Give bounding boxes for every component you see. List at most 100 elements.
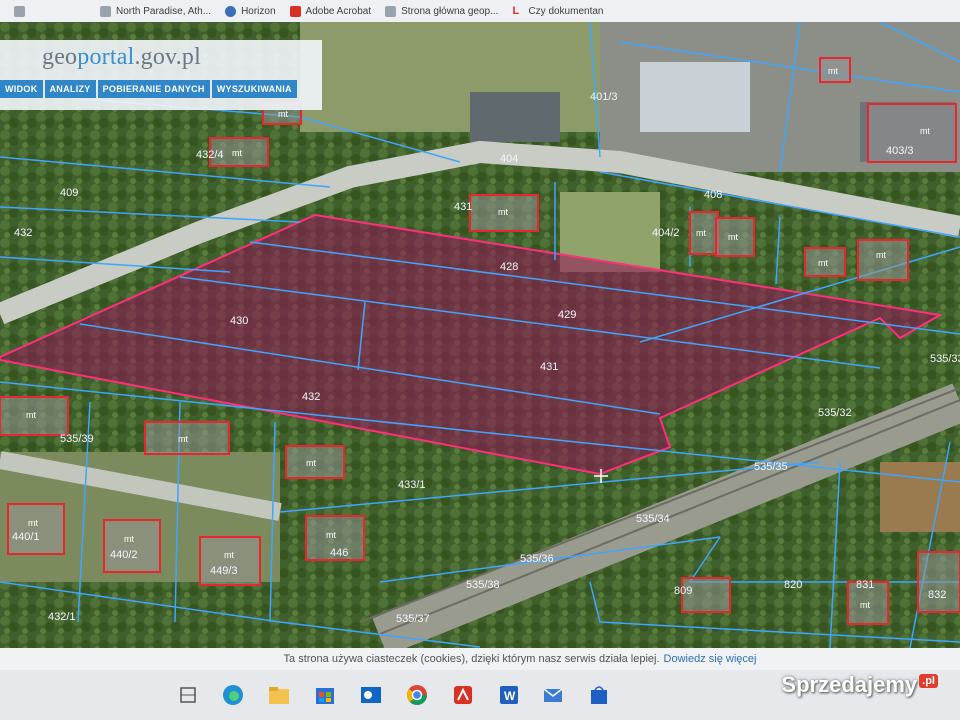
parcel-label: 449/3 bbox=[210, 565, 238, 577]
outlook-icon[interactable] bbox=[358, 682, 384, 708]
store-bag-icon[interactable] bbox=[586, 682, 612, 708]
acrobat-icon[interactable] bbox=[450, 682, 476, 708]
bookmark-label: Czy dokumentan bbox=[528, 5, 604, 17]
bookmarks-bar: North Paradise, Ath... Horizon Adobe Acr… bbox=[0, 0, 960, 23]
parcel-label: 432 bbox=[14, 227, 32, 239]
building-label: mt bbox=[696, 228, 706, 238]
parcel-label: 432 bbox=[302, 391, 320, 403]
logo-domain: .gov.pl bbox=[134, 44, 201, 70]
chrome-icon[interactable] bbox=[404, 682, 430, 708]
dry-field bbox=[880, 462, 960, 532]
building-label: mt bbox=[124, 534, 134, 544]
watermark-suffix: .pl bbox=[919, 673, 938, 688]
edge-icon[interactable] bbox=[220, 682, 246, 708]
parcel-label: 440/1 bbox=[12, 531, 40, 543]
screenshot: North Paradise, Ath... Horizon Adobe Acr… bbox=[0, 0, 960, 720]
building-label: mt bbox=[178, 434, 188, 444]
building[interactable] bbox=[857, 239, 909, 281]
parcel-label: 535/34 bbox=[636, 513, 670, 525]
building-label: mt bbox=[278, 109, 288, 119]
parcel-label: 403/3 bbox=[886, 145, 914, 157]
horizon-icon bbox=[225, 5, 237, 17]
building-roof bbox=[640, 62, 750, 132]
building-label: mt bbox=[728, 232, 738, 242]
nav-wyszukiwania[interactable]: WYSZUKIWANIA bbox=[211, 80, 297, 98]
bookmark-item[interactable]: Horizon bbox=[225, 5, 276, 17]
bookmark-label: Strona główna geop... bbox=[401, 5, 499, 17]
bookmark-label: North Paradise, Ath... bbox=[116, 5, 212, 17]
parcel-label: 820 bbox=[784, 579, 802, 591]
geoportal-logo[interactable]: geoportal.gov.pl bbox=[42, 44, 201, 71]
parcel-label: 535/38 bbox=[466, 579, 500, 591]
file-explorer-icon[interactable] bbox=[266, 682, 292, 708]
parcel-label: 809 bbox=[674, 585, 692, 597]
building-label: mt bbox=[224, 550, 234, 560]
store-icon[interactable] bbox=[312, 682, 338, 708]
building-label: mt bbox=[306, 458, 316, 468]
parcel-label: 409 bbox=[60, 187, 78, 199]
bookmark-item[interactable]: North Paradise, Ath... bbox=[100, 5, 212, 17]
logo-geo: geo bbox=[42, 44, 78, 70]
cookie-more-link[interactable]: Dowiedz się więcej bbox=[664, 653, 757, 665]
parcel-label: 535/37 bbox=[396, 613, 430, 625]
mail-icon[interactable] bbox=[540, 682, 566, 708]
geoportal-nav: WIDOK ANALIZY POBIERANIE DANYCH WYSZUKIW… bbox=[0, 80, 297, 98]
bookmark-item[interactable]: Adobe Acrobat bbox=[289, 5, 372, 17]
parcel-label: 428 bbox=[500, 261, 518, 273]
logo-portal: portal bbox=[77, 44, 135, 70]
nav-analizy[interactable]: ANALIZY bbox=[44, 80, 96, 98]
bookmark-item[interactable]: Strona główna geop... bbox=[385, 5, 499, 17]
building-label: mt bbox=[28, 518, 38, 528]
watermark-logo: Sprzedajemy .pl bbox=[781, 672, 938, 698]
watermark-text: Sprzedajemy bbox=[781, 672, 918, 697]
widgets-icon[interactable] bbox=[175, 682, 201, 708]
bookmark-item[interactable] bbox=[14, 5, 30, 17]
nav-pobieranie-danych[interactable]: POBIERANIE DANYCH bbox=[97, 80, 210, 98]
nav-widok[interactable]: WIDOK bbox=[0, 80, 43, 98]
building-label: mt bbox=[818, 258, 828, 268]
parcel-label: 831 bbox=[856, 579, 874, 591]
parcel-label: 429 bbox=[558, 309, 576, 321]
word-icon[interactable]: W bbox=[496, 682, 522, 708]
building[interactable] bbox=[199, 536, 261, 586]
parcel-label: 535/35 bbox=[754, 461, 788, 473]
building[interactable] bbox=[7, 503, 65, 555]
building-label: mt bbox=[876, 250, 886, 260]
parcel-label: 535/39 bbox=[60, 433, 94, 445]
bookmark-label: Horizon bbox=[241, 5, 276, 17]
page-icon bbox=[14, 5, 25, 17]
map-canvas[interactable]: 428 429 430 431 432 431 432/4 401/3 404/… bbox=[0, 22, 960, 648]
geoportal-icon bbox=[385, 5, 397, 17]
parcel-label: 432/4 bbox=[196, 149, 224, 161]
map-view[interactable]: 428 429 430 431 432 431 432/4 401/3 404/… bbox=[0, 22, 960, 648]
building-label: mt bbox=[26, 410, 36, 420]
parcel-label: 431 bbox=[540, 361, 558, 373]
building-label: mt bbox=[232, 148, 242, 158]
l-icon: L bbox=[512, 4, 520, 17]
parcel-label: 408 bbox=[704, 189, 722, 201]
bookmark-item[interactable]: L Czy dokumentan bbox=[512, 4, 604, 17]
building-roof bbox=[470, 92, 560, 142]
bookmark-label: Adobe Acrobat bbox=[305, 5, 372, 17]
building[interactable] bbox=[103, 519, 161, 573]
parcel-label: 832 bbox=[928, 589, 946, 601]
parcel-label: 535/36 bbox=[520, 553, 554, 565]
parcel-label: 535/32 bbox=[818, 407, 852, 419]
parcel-label: 404/2 bbox=[652, 227, 680, 239]
parcel-label: 431 bbox=[454, 201, 472, 213]
parcel-label: 440/2 bbox=[110, 549, 138, 561]
building-label: mt bbox=[828, 66, 838, 76]
parcel-label: 404 bbox=[500, 153, 518, 165]
parcel-label: 430 bbox=[230, 315, 248, 327]
parcel-label: 433/1 bbox=[398, 479, 426, 491]
building-label: mt bbox=[860, 600, 870, 610]
building-label: mt bbox=[920, 126, 930, 136]
geoportal-header: geoportal.gov.pl WIDOK ANALIZY POBIERANI… bbox=[0, 40, 322, 110]
acrobat-icon bbox=[289, 5, 301, 17]
parcel-label: 446 bbox=[330, 547, 348, 559]
building[interactable] bbox=[917, 551, 960, 613]
building-label: mt bbox=[326, 530, 336, 540]
parcel-label: 535/33 bbox=[930, 353, 960, 365]
page-icon bbox=[100, 5, 111, 17]
parcel-label: 401/3 bbox=[590, 91, 618, 103]
